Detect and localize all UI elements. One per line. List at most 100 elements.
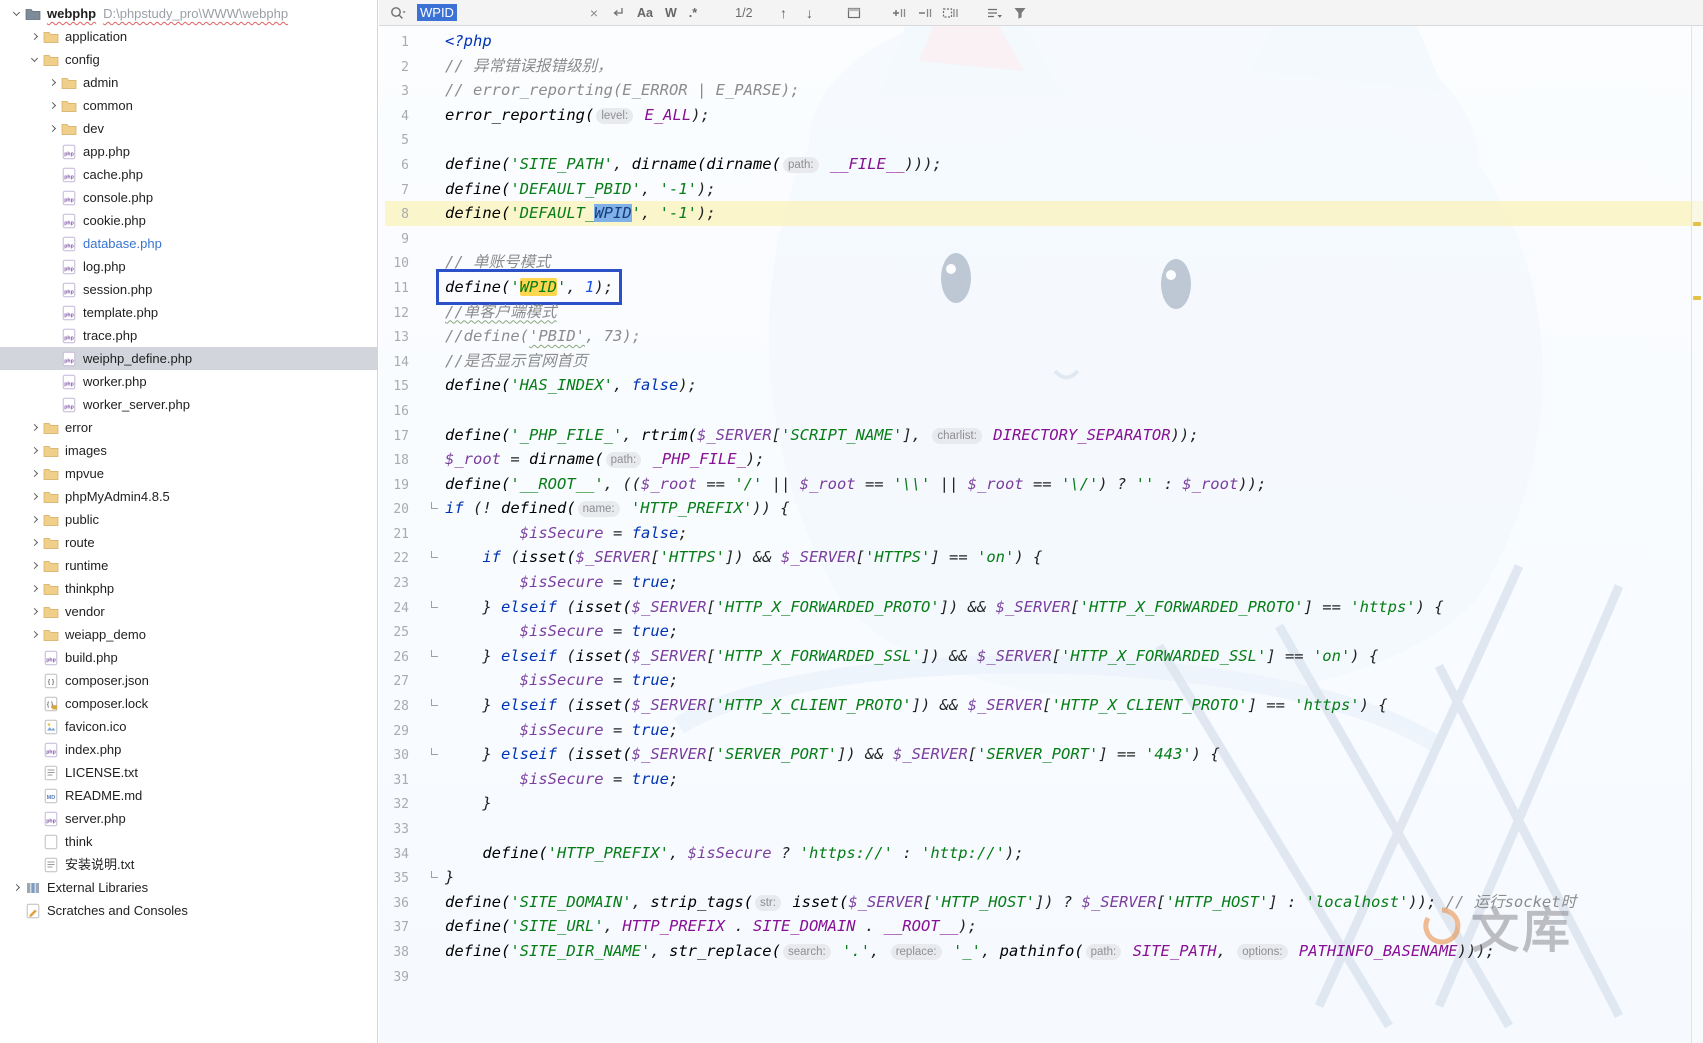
tree-item-application[interactable]: application	[0, 25, 377, 48]
fold-marker-icon[interactable]	[431, 699, 438, 706]
code-line-6[interactable]: 6define('SITE_PATH', dirname(dirname(pat…	[385, 152, 1703, 177]
code-line-18[interactable]: 18$_root = dirname(path: _PHP_FILE_);	[385, 447, 1703, 472]
code-line-32[interactable]: 32 }	[385, 791, 1703, 816]
code-text[interactable]: } elseif (isset($_SERVER['HTTP_X_CLIENT_…	[445, 696, 1388, 714]
line-number[interactable]: 6	[385, 154, 415, 179]
code-line-10[interactable]: 10 // 单账号模式	[385, 250, 1703, 275]
line-number[interactable]: 7	[385, 179, 415, 204]
code-line-14[interactable]: 14//是否显示官网首页	[385, 349, 1703, 374]
line-number[interactable]: 11	[385, 277, 415, 302]
tree-item-readme-md[interactable]: MDREADME.md	[0, 784, 377, 807]
fold-marker-icon[interactable]	[431, 601, 438, 608]
code-text[interactable]: <?php	[445, 32, 492, 50]
line-number[interactable]: 17	[385, 425, 415, 450]
code-text[interactable]: define('DEFAULT_WPID', '-1');	[445, 204, 716, 222]
line-number[interactable]: 19	[385, 474, 415, 499]
tree-item-template-php[interactable]: phptemplate.php	[0, 301, 377, 324]
filter-icon[interactable]	[1009, 3, 1031, 23]
code-line-33[interactable]: 33	[385, 816, 1703, 841]
fold-marker-icon[interactable]	[431, 502, 438, 509]
line-number[interactable]: 39	[385, 966, 415, 991]
code-text[interactable]: if (! defined(name: 'HTTP_PREFIX')) {	[445, 499, 790, 517]
tree-item-mpvue[interactable]: mpvue	[0, 462, 377, 485]
code-line-23[interactable]: 23 $isSecure = true;	[385, 570, 1703, 595]
code-line-36[interactable]: 36define('SITE_DOMAIN', strip_tags(str: …	[385, 890, 1703, 915]
line-number[interactable]: 4	[385, 105, 415, 130]
tree-item-server-php[interactable]: phpserver.php	[0, 807, 377, 830]
fold-marker-icon[interactable]	[431, 650, 438, 657]
select-all-occurrences-icon[interactable]	[939, 3, 961, 23]
line-number[interactable]: 33	[385, 818, 415, 843]
code-text[interactable]: define('DEFAULT_PBID', '-1');	[445, 180, 716, 198]
regex-toggle[interactable]: .*	[685, 6, 701, 20]
code-text[interactable]: // 异常错误报错级别，	[445, 57, 613, 75]
chevron-right-icon[interactable]	[26, 540, 42, 545]
code-line-29[interactable]: 29 $isSecure = true;	[385, 718, 1703, 743]
code-line-27[interactable]: 27 $isSecure = true;	[385, 668, 1703, 693]
code-text[interactable]: //define('PBID', 73);	[445, 327, 641, 345]
line-number[interactable]: 2	[385, 56, 415, 81]
tree-item-worker-server-php[interactable]: phpworker_server.php	[0, 393, 377, 416]
line-number[interactable]: 37	[385, 916, 415, 941]
code-line-31[interactable]: 31 $isSecure = true;	[385, 767, 1703, 792]
chevron-right-icon[interactable]	[26, 563, 42, 568]
code-line-8[interactable]: 8define('DEFAULT_WPID', '-1');	[385, 201, 1703, 226]
chevron-down-icon[interactable]	[8, 12, 24, 15]
chevron-right-icon[interactable]	[26, 471, 42, 476]
chevron-right-icon[interactable]	[26, 494, 42, 499]
chevron-right-icon[interactable]	[26, 517, 42, 522]
code-line-1[interactable]: 1<?php	[385, 29, 1703, 54]
line-number[interactable]: 13	[385, 326, 415, 351]
line-number[interactable]: 34	[385, 843, 415, 868]
line-number[interactable]: 15	[385, 375, 415, 400]
error-stripe[interactable]	[1691, 26, 1703, 1043]
line-number[interactable]: 35	[385, 867, 415, 892]
line-number[interactable]: 27	[385, 670, 415, 695]
tree-item-scratches-and-consoles[interactable]: Scratches and Consoles	[0, 899, 377, 922]
tree-item-build-php[interactable]: phpbuild.php	[0, 646, 377, 669]
words-toggle[interactable]: W	[661, 6, 681, 20]
code-text[interactable]: define('WPID', 1);	[445, 278, 613, 296]
line-number[interactable]: 31	[385, 769, 415, 794]
tree-item-config[interactable]: config	[0, 48, 377, 71]
tree-item-thinkphp[interactable]: thinkphp	[0, 577, 377, 600]
code-text[interactable]: $_root = dirname(path: _PHP_FILE_);	[445, 450, 765, 468]
chevron-right-icon[interactable]	[44, 126, 60, 131]
code-text[interactable]: define('HAS_INDEX', false);	[445, 376, 697, 394]
code-text[interactable]: $isSecure = false;	[445, 524, 688, 542]
chevron-right-icon[interactable]	[26, 632, 42, 637]
tree-item-composer-json[interactable]: { }composer.json	[0, 669, 377, 692]
tree-item-app-php[interactable]: phpapp.php	[0, 140, 377, 163]
code-text[interactable]: $isSecure = true;	[445, 622, 678, 640]
code-line-15[interactable]: 15 define('HAS_INDEX', false);	[385, 373, 1703, 398]
line-number[interactable]: 38	[385, 941, 415, 966]
code-text[interactable]: // error_reporting(E_ERROR | E_PARSE);	[445, 81, 800, 99]
chevron-right-icon[interactable]	[44, 80, 60, 85]
line-number[interactable]: 20	[385, 498, 415, 523]
line-number[interactable]: 16	[385, 400, 415, 425]
code-text[interactable]: error_reporting(level: E_ALL);	[445, 106, 710, 124]
fold-marker-icon[interactable]	[431, 748, 438, 755]
code-line-22[interactable]: 22 if (isset($_SERVER['HTTPS']) && $_SER…	[385, 545, 1703, 570]
tree-item-error[interactable]: error	[0, 416, 377, 439]
tree-item-index-php[interactable]: phpindex.php	[0, 738, 377, 761]
code-line-4[interactable]: 4 error_reporting(level: E_ALL);	[385, 103, 1703, 128]
tree-item-route[interactable]: route	[0, 531, 377, 554]
code-line-19[interactable]: 19define('__ROOT__', (($_root == '/' || …	[385, 472, 1703, 497]
prev-match-icon[interactable]: ↑	[773, 3, 795, 23]
tree-item-weiphp-define-php[interactable]: phpweiphp_define.php	[0, 347, 377, 370]
chevron-right-icon[interactable]	[26, 609, 42, 614]
chevron-right-icon[interactable]	[44, 103, 60, 108]
code-text[interactable]: $isSecure = true;	[445, 573, 678, 591]
line-number[interactable]: 26	[385, 646, 415, 671]
tree-item-runtime[interactable]: runtime	[0, 554, 377, 577]
tree-item-session-php[interactable]: phpsession.php	[0, 278, 377, 301]
line-number[interactable]: 10	[385, 252, 415, 277]
line-number[interactable]: 24	[385, 597, 415, 622]
code-text[interactable]: } elseif (isset($_SERVER['SERVER_PORT'])…	[445, 745, 1220, 763]
code-text[interactable]: define('SITE_URL', HTTP_PREFIX . SITE_DO…	[445, 917, 977, 935]
tree-item-webphp[interactable]: webphpD:\phpstudy_pro\WWW\webphp	[0, 2, 377, 25]
code-text[interactable]: define('_PHP_FILE_', rtrim($_SERVER['SCR…	[445, 426, 1199, 444]
tree-item-worker-php[interactable]: phpworker.php	[0, 370, 377, 393]
code-text[interactable]: // 单账号模式	[445, 253, 551, 271]
